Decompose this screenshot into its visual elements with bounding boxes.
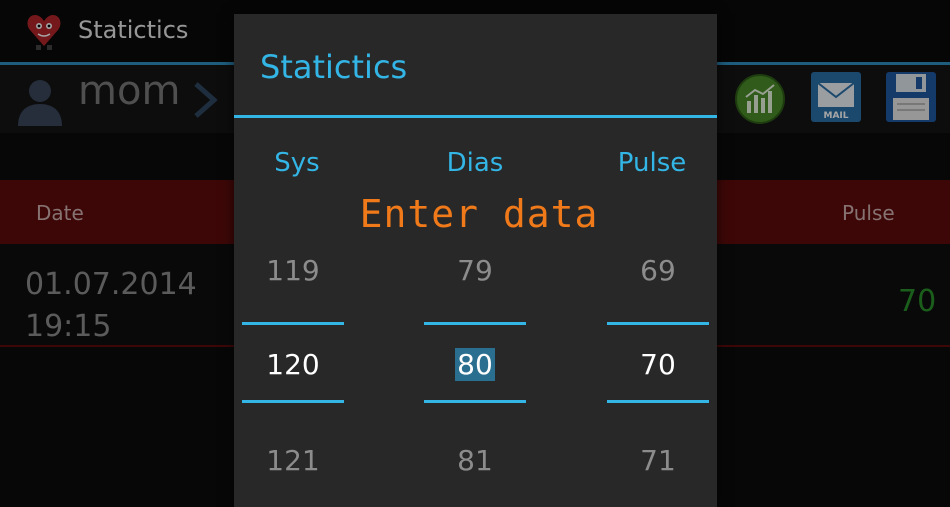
label-sys: Sys — [274, 148, 320, 178]
picker-divider — [607, 322, 709, 325]
sys-prev-value[interactable]: 119 — [242, 254, 344, 287]
pulse-prev-value[interactable]: 69 — [607, 254, 709, 287]
statistics-dialog: Statictics Sys Dias Pulse Enter data 119… — [234, 14, 717, 507]
dialog-title-divider — [234, 115, 717, 118]
sys-number-picker[interactable]: 119 120 121 — [242, 250, 344, 507]
picker-divider — [424, 322, 526, 325]
label-dias: Dias — [446, 148, 504, 178]
pulse-current-value[interactable]: 70 — [607, 348, 709, 381]
dias-current-value[interactable]: 80 — [455, 348, 495, 381]
picker-divider — [242, 322, 344, 325]
dias-number-picker[interactable]: 79 80 81 — [424, 250, 526, 507]
pulse-next-value[interactable]: 71 — [607, 444, 709, 477]
picker-divider — [242, 400, 344, 403]
picker-divider — [607, 400, 709, 403]
dias-current-value-field[interactable]: 80 — [424, 348, 526, 381]
sys-current-value[interactable]: 120 — [242, 348, 344, 381]
label-pulse: Pulse — [617, 148, 687, 178]
enter-data-hint: Enter data — [359, 192, 599, 236]
pulse-number-picker[interactable]: 69 70 71 — [607, 250, 709, 507]
dias-prev-value[interactable]: 79 — [424, 254, 526, 287]
screen: Statictics mom MAIL Date Pulse 01.07.201… — [0, 0, 950, 507]
dias-next-value[interactable]: 81 — [424, 444, 526, 477]
sys-next-value[interactable]: 121 — [242, 444, 344, 477]
picker-divider — [424, 400, 526, 403]
dialog-title: Statictics — [260, 48, 408, 86]
